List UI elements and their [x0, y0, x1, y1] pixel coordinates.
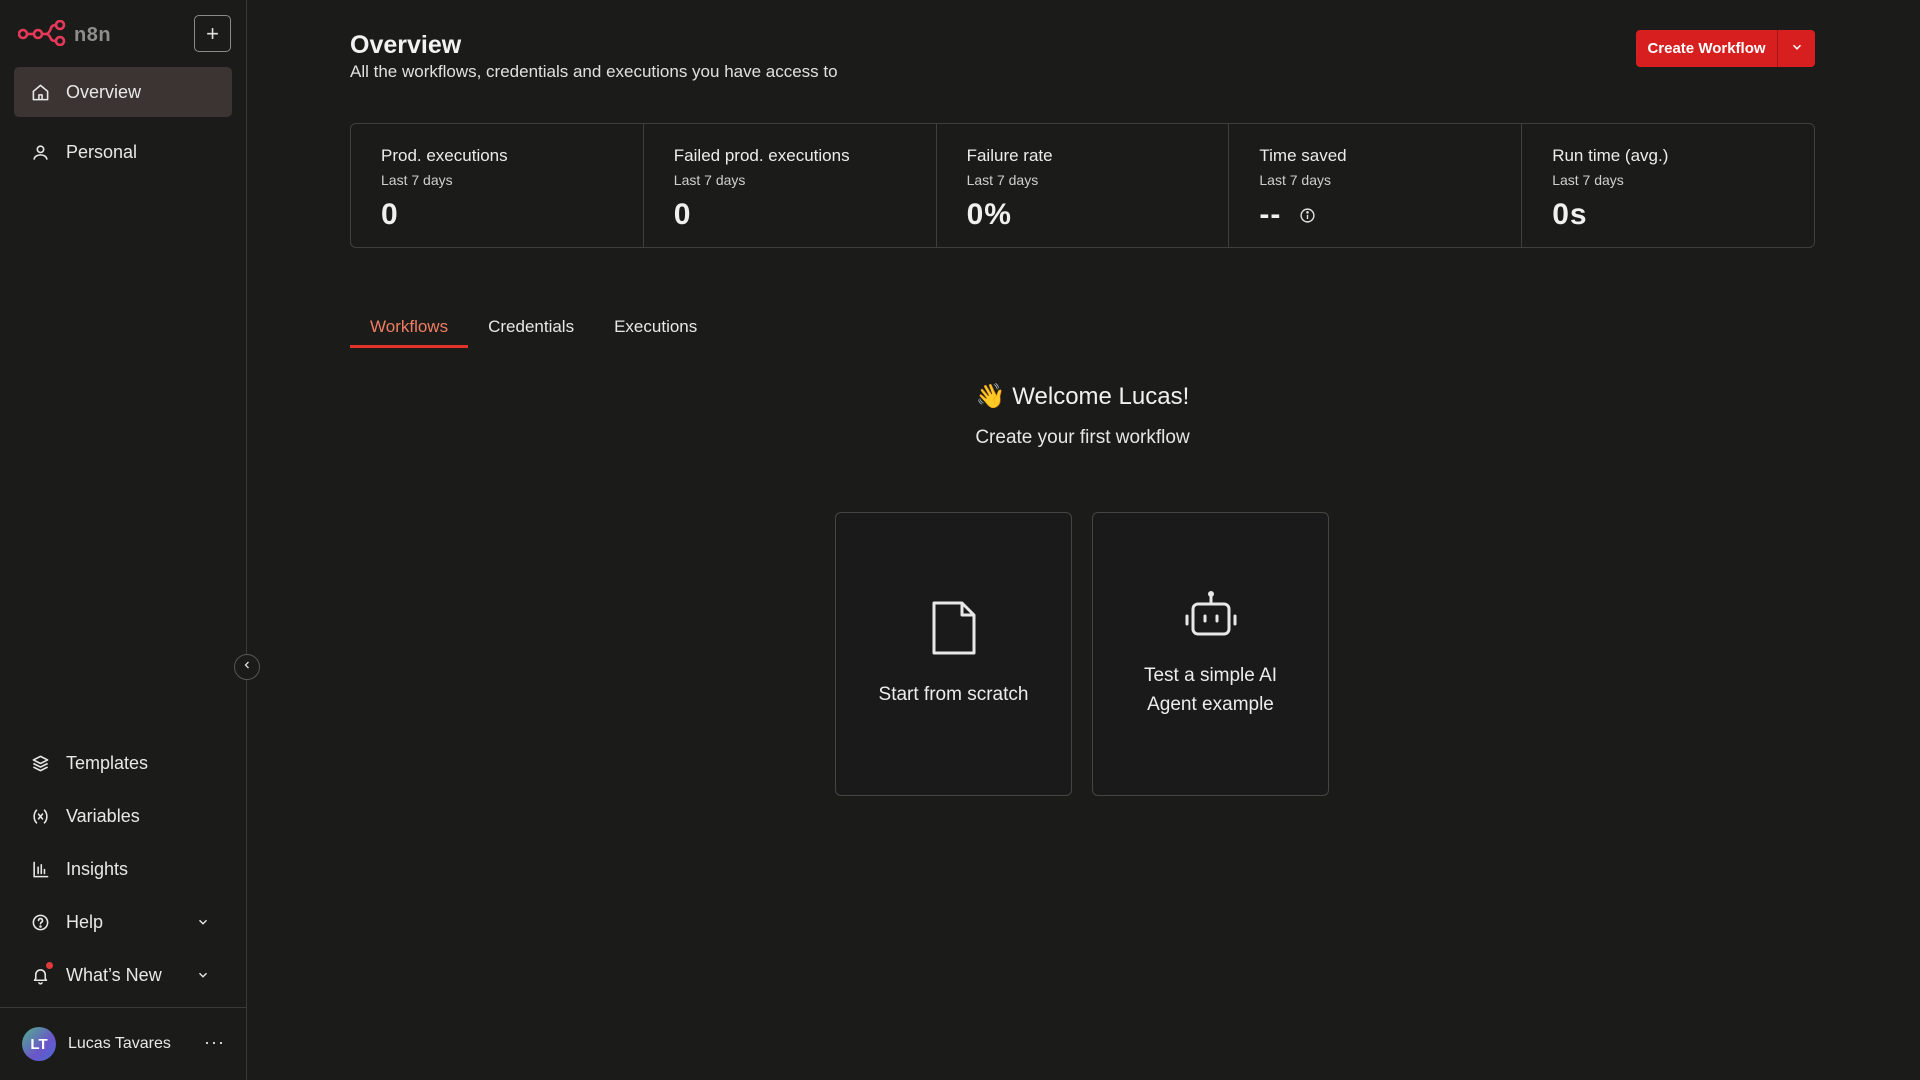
- plus-icon: +: [206, 20, 219, 46]
- more-options-icon[interactable]: ···: [204, 1032, 225, 1053]
- stat-label: Failure rate: [966, 146, 1053, 165]
- stat-run-time[interactable]: Run time (avg.) Last 7 days 0s: [1522, 124, 1814, 247]
- sidebar-divider: [0, 1007, 247, 1008]
- stat-failure-rate[interactable]: Failure rate Last 7 days 0%: [937, 124, 1230, 247]
- stat-period: Last 7 days: [381, 172, 453, 188]
- chevron-down-icon: [1790, 40, 1804, 58]
- sidebar: n8n + Overview Personal Templates Variab…: [0, 0, 247, 1080]
- notification-dot: [46, 962, 53, 969]
- sidebar-item-templates[interactable]: Templates: [14, 741, 232, 785]
- sidebar-item-label: Templates: [66, 752, 149, 773]
- waving-hand-icon: 👋: [975, 383, 1006, 410]
- stat-value-text: 0s: [1552, 198, 1588, 231]
- variables-icon: [30, 806, 50, 826]
- sidebar-item-label: Help: [66, 911, 104, 932]
- sidebar-item-variables[interactable]: Variables: [14, 794, 232, 838]
- tab-executions[interactable]: Executions: [594, 312, 717, 348]
- sidebar-item-insights[interactable]: Insights: [14, 847, 232, 891]
- start-from-scratch-card[interactable]: Start from scratch: [835, 512, 1072, 796]
- sidebar-item-label: What’s New: [66, 964, 162, 985]
- sidebar-item-help[interactable]: Help: [14, 900, 232, 944]
- sidebar-item-label: Insights: [66, 858, 129, 879]
- file-icon: [930, 599, 978, 662]
- sidebar-item-whats-new[interactable]: What’s New: [14, 953, 232, 997]
- new-button[interactable]: +: [194, 15, 231, 52]
- info-icon[interactable]: [1299, 207, 1316, 224]
- page-title: Overview: [350, 31, 462, 59]
- stat-value-text: --: [1259, 198, 1282, 231]
- card-label: Test a simple AI Agent example: [1143, 664, 1278, 715]
- stat-label: Prod. executions: [381, 146, 508, 165]
- card-label: Start from scratch: [878, 684, 1029, 705]
- sidebar-item-label: Overview: [66, 81, 142, 102]
- stat-value: 0: [674, 198, 936, 232]
- robot-icon: [1183, 590, 1239, 643]
- stat-value: --: [1259, 198, 1521, 232]
- sidebar-item-overview[interactable]: Overview: [14, 67, 232, 117]
- chevron-left-icon: [241, 658, 253, 676]
- tab-workflows[interactable]: Workflows: [350, 312, 469, 348]
- stat-label: Run time (avg.): [1552, 146, 1669, 165]
- create-workflow-dropdown[interactable]: [1778, 30, 1815, 67]
- tabs: Workflows Credentials Executions: [350, 312, 717, 348]
- sidebar-item-label: Variables: [66, 805, 140, 826]
- chevron-down-icon: [196, 913, 210, 934]
- stat-time-saved[interactable]: Time saved Last 7 days --: [1229, 124, 1523, 247]
- templates-icon: [30, 753, 50, 773]
- bell-icon: [30, 962, 53, 985]
- page-subtitle: All the workflows, credentials and execu…: [350, 62, 838, 81]
- brand-name: n8n: [74, 24, 112, 46]
- create-workflow-button-group: Create Workflow: [1636, 30, 1815, 67]
- sidebar-item-personal[interactable]: Personal: [14, 127, 232, 177]
- stat-label: Time saved: [1259, 146, 1347, 165]
- welcome-subtitle: Create your first workflow: [975, 427, 1190, 448]
- brand[interactable]: n8n: [17, 19, 112, 51]
- stat-value-text: 0%: [966, 198, 1012, 231]
- stat-value: 0s: [1552, 198, 1814, 232]
- stats-summary: Prod. executions Last 7 days 0 Failed pr…: [350, 123, 1815, 248]
- stat-value-text: 0: [673, 198, 692, 231]
- create-workflow-button[interactable]: Create Workflow: [1636, 30, 1778, 67]
- home-icon: [30, 82, 50, 102]
- stat-value-text: 0: [381, 198, 399, 231]
- stat-label: Failed prod. executions: [673, 146, 850, 165]
- stat-prod-executions[interactable]: Prod. executions Last 7 days 0: [351, 124, 644, 247]
- stat-period: Last 7 days: [1259, 172, 1331, 188]
- stat-value: 0: [381, 198, 643, 232]
- help-icon: [30, 912, 50, 932]
- collapse-sidebar-button[interactable]: [234, 654, 260, 680]
- welcome-title: Welcome Lucas!: [1012, 383, 1190, 410]
- stat-period: Last 7 days: [1552, 172, 1624, 188]
- n8n-logo-icon: [17, 19, 66, 51]
- stat-failed-prod-executions[interactable]: Failed prod. executions Last 7 days 0: [644, 124, 937, 247]
- user-name: Lucas Tavares: [68, 1035, 171, 1052]
- user-icon: [30, 142, 50, 162]
- stat-period: Last 7 days: [673, 172, 746, 188]
- insights-icon: [30, 859, 50, 879]
- avatar: LT: [22, 1027, 56, 1061]
- chevron-down-icon: [196, 966, 210, 987]
- user-menu[interactable]: LT Lucas Tavares ···: [22, 1026, 227, 1062]
- stat-value: 0%: [967, 198, 1229, 232]
- stat-period: Last 7 days: [966, 172, 1039, 188]
- welcome-heading: 👋 Welcome Lucas!: [0, 382, 1920, 411]
- tab-credentials[interactable]: Credentials: [468, 312, 594, 348]
- ai-agent-example-card[interactable]: Test a simple AI Agent example: [1092, 512, 1329, 796]
- sidebar-item-label: Personal: [66, 141, 138, 162]
